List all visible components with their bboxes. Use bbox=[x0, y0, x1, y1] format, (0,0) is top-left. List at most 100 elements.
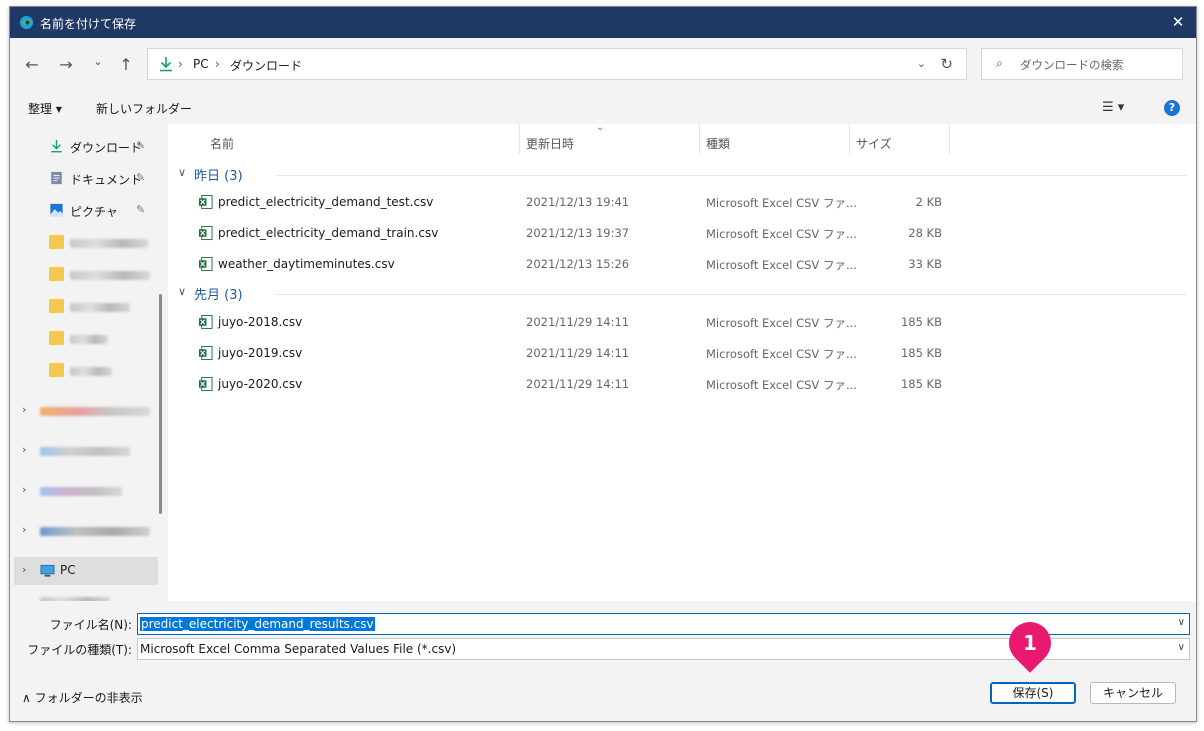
file-name: predict_electricity_demand_train.csv bbox=[218, 226, 439, 240]
search-box[interactable]: ⌕ ダウンロードの検索 bbox=[981, 48, 1183, 80]
group-header-yesterday[interactable]: ∨ 昨日 (3) bbox=[176, 164, 1186, 184]
chevron-right-icon[interactable]: › bbox=[22, 563, 26, 576]
column-divider[interactable] bbox=[699, 124, 700, 154]
group-label: 先月 (3) bbox=[194, 288, 243, 303]
sidebar-item-label: ピクチャ bbox=[70, 205, 118, 219]
new-folder-button[interactable]: 新しいフォルダー bbox=[96, 100, 192, 117]
excel-csv-file-icon bbox=[198, 225, 213, 241]
up-arrow-icon[interactable]: ↑ bbox=[116, 55, 136, 75]
column-header-type[interactable]: 種類 bbox=[706, 135, 730, 152]
column-header-date[interactable]: 更新日時 bbox=[526, 135, 574, 152]
sidebar-item-folder[interactable] bbox=[10, 261, 158, 289]
save-button[interactable]: 保存(S) bbox=[990, 682, 1076, 704]
breadcrumb-pc[interactable]: PC bbox=[193, 57, 209, 71]
pin-icon: ✎ bbox=[136, 171, 146, 184]
search-icon: ⌕ bbox=[996, 56, 1003, 70]
view-options-icon[interactable]: ☰ ▾ bbox=[1102, 100, 1124, 115]
back-arrow-icon[interactable]: ← bbox=[22, 55, 42, 75]
sidebar-item-folder[interactable] bbox=[10, 325, 158, 353]
file-date: 2021/12/13 19:41 bbox=[526, 195, 630, 209]
title-bar: 名前を付けて保存 ✕ bbox=[10, 7, 1196, 38]
sidebar-item-location[interactable]: › bbox=[10, 477, 158, 505]
sidebar-item-downloads[interactable]: ダウンロード ✎ bbox=[10, 133, 158, 161]
blurred-location-name bbox=[40, 487, 122, 496]
file-row[interactable]: juyo-2018.csv 2021/11/29 14:11 Microsoft… bbox=[168, 307, 1196, 337]
sidebar-item-label: ダウンロード bbox=[70, 141, 143, 155]
address-dropdown-chevron-icon[interactable]: ⌄ bbox=[917, 57, 926, 70]
group-divider bbox=[276, 175, 1186, 176]
excel-csv-file-icon bbox=[198, 376, 213, 392]
chevron-down-icon[interactable]: ∨ bbox=[178, 285, 186, 298]
blurred-folder-name bbox=[70, 271, 150, 280]
sidebar-item-folder[interactable] bbox=[10, 357, 158, 385]
column-header-name[interactable]: 名前 bbox=[210, 135, 234, 152]
sidebar-item-label: PC bbox=[60, 563, 76, 577]
column-header-size[interactable]: サイズ bbox=[856, 135, 892, 152]
chevron-down-icon[interactable]: ∨ bbox=[1178, 642, 1185, 653]
file-row[interactable]: weather_daytimeminutes.csv 2021/12/13 15… bbox=[168, 249, 1196, 279]
blurred-location-name bbox=[40, 527, 150, 536]
file-type: Microsoft Excel CSV ファ... bbox=[706, 378, 857, 392]
file-date: 2021/12/13 19:37 bbox=[526, 226, 630, 240]
search-placeholder: ダウンロードの検索 bbox=[1020, 58, 1124, 72]
group-header-last-month[interactable]: ∨ 先月 (3) bbox=[176, 283, 1186, 303]
group-label: 昨日 (3) bbox=[194, 169, 243, 184]
column-divider[interactable] bbox=[849, 124, 850, 154]
chevron-right-icon[interactable]: › bbox=[22, 443, 26, 456]
blurred-folder-name bbox=[70, 239, 148, 248]
hide-folders-label: フォルダーの非表示 bbox=[34, 691, 143, 705]
file-type: Microsoft Excel CSV ファ... bbox=[706, 227, 857, 241]
forward-arrow-icon[interactable]: → bbox=[56, 55, 76, 75]
file-size: 2 KB bbox=[915, 195, 942, 209]
folder-icon bbox=[49, 299, 64, 313]
file-row[interactable]: juyo-2019.csv 2021/11/29 14:11 Microsoft… bbox=[168, 338, 1196, 368]
step-marker-number: 1 bbox=[1023, 631, 1037, 655]
sidebar-item-folder[interactable] bbox=[10, 229, 158, 257]
address-bar[interactable]: › PC › ダウンロード ⌄ ↻ bbox=[147, 48, 967, 80]
chevron-right-icon[interactable]: › bbox=[22, 403, 26, 416]
chevron-down-icon[interactable]: ∨ bbox=[178, 166, 186, 179]
recent-locations-chevron-icon[interactable]: ⌄ bbox=[88, 52, 108, 72]
file-name: juyo-2018.csv bbox=[218, 315, 303, 329]
sidebar-item-documents[interactable]: ドキュメント ✎ bbox=[10, 165, 158, 193]
file-name: juyo-2019.csv bbox=[218, 346, 303, 360]
window-title: 名前を付けて保存 bbox=[40, 17, 137, 31]
refresh-icon[interactable]: ↻ bbox=[940, 55, 953, 73]
sidebar-item-pc[interactable]: › PC bbox=[14, 557, 158, 585]
column-divider[interactable] bbox=[519, 124, 520, 154]
column-divider[interactable] bbox=[949, 124, 950, 154]
help-icon[interactable]: ? bbox=[1164, 100, 1180, 116]
organize-menu[interactable]: 整理 ▾ bbox=[28, 100, 62, 117]
breadcrumb-downloads[interactable]: ダウンロード bbox=[230, 57, 302, 74]
sidebar-item-location[interactable]: › bbox=[10, 397, 158, 425]
chevron-right-icon[interactable]: › bbox=[22, 523, 26, 536]
chevron-right-icon[interactable]: › bbox=[22, 483, 26, 496]
close-icon[interactable]: ✕ bbox=[1166, 11, 1190, 33]
file-name: predict_electricity_demand_test.csv bbox=[218, 195, 434, 209]
file-type: Microsoft Excel CSV ファ... bbox=[706, 196, 857, 210]
sidebar-item-location[interactable]: › bbox=[10, 517, 158, 545]
sidebar-item-network[interactable] bbox=[10, 593, 158, 601]
file-row[interactable]: predict_electricity_demand_test.csv 2021… bbox=[168, 187, 1196, 217]
cancel-button[interactable]: キャンセル bbox=[1090, 682, 1176, 704]
file-row[interactable]: juyo-2020.csv 2021/11/29 14:11 Microsoft… bbox=[168, 369, 1196, 399]
file-name: weather_daytimeminutes.csv bbox=[218, 257, 395, 271]
sort-chevron-icon: ⌄ bbox=[596, 122, 605, 133]
blurred-location-name bbox=[40, 407, 150, 416]
sidebar-scrollbar[interactable] bbox=[159, 294, 162, 514]
hide-folders-toggle[interactable]: ∧ フォルダーの非表示 bbox=[22, 689, 143, 706]
chevron-down-icon[interactable]: ∨ bbox=[1178, 617, 1185, 628]
folder-icon bbox=[49, 267, 64, 281]
chevron-up-icon: ∧ bbox=[22, 691, 35, 705]
group-divider bbox=[276, 294, 1186, 295]
file-date: 2021/12/13 15:26 bbox=[526, 257, 630, 271]
sidebar-item-pictures[interactable]: ピクチャ ✎ bbox=[10, 197, 158, 225]
download-icon bbox=[51, 139, 62, 153]
file-date: 2021/11/29 14:11 bbox=[526, 377, 630, 391]
download-icon bbox=[160, 57, 172, 72]
navigation-bar: ← → ⌄ ↑ › PC › ダウンロード ⌄ ↻ ⌕ ダウンロードの検索 bbox=[10, 38, 1196, 94]
sidebar-item-location[interactable]: › bbox=[10, 437, 158, 465]
file-row[interactable]: predict_electricity_demand_train.csv 202… bbox=[168, 218, 1196, 248]
sidebar-item-folder[interactable] bbox=[10, 293, 158, 321]
folder-icon bbox=[49, 363, 64, 377]
